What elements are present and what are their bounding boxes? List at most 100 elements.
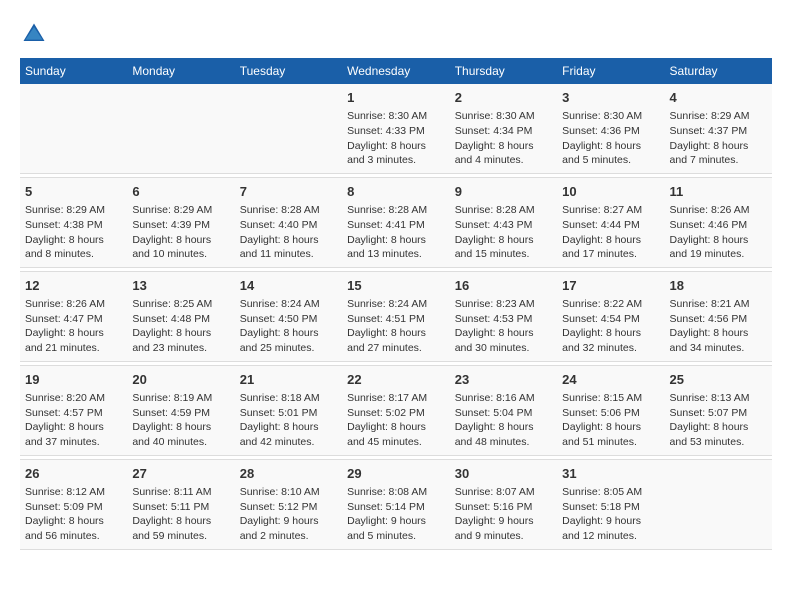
day-number: 7	[240, 183, 337, 201]
day-number: 15	[347, 277, 445, 295]
day-info: Sunrise: 8:10 AM Sunset: 5:12 PM Dayligh…	[240, 485, 337, 544]
calendar-day	[20, 84, 127, 173]
header-cell-sunday: Sunday	[20, 58, 127, 84]
day-number: 31	[562, 465, 659, 483]
calendar-day: 26 Sunrise: 8:12 AM Sunset: 5:09 PM Dayli…	[20, 459, 127, 549]
calendar-day: 18 Sunrise: 8:21 AM Sunset: 4:56 PM Dayli…	[665, 271, 772, 361]
calendar-day: 19 Sunrise: 8:20 AM Sunset: 4:57 PM Dayli…	[20, 365, 127, 455]
day-info: Sunrise: 8:11 AM Sunset: 5:11 PM Dayligh…	[132, 485, 229, 544]
day-info: Sunrise: 8:13 AM Sunset: 5:07 PM Dayligh…	[670, 391, 767, 450]
header-cell-wednesday: Wednesday	[342, 58, 450, 84]
calendar-week-2: 5Sunrise: 8:29 AM Sunset: 4:38 PM Daylig…	[20, 177, 772, 267]
calendar-day	[665, 459, 772, 549]
calendar-day: 5Sunrise: 8:29 AM Sunset: 4:38 PM Daylig…	[20, 177, 127, 267]
day-number: 3	[562, 89, 659, 107]
day-number: 9	[455, 183, 552, 201]
calendar-day: 21Sunrise: 8:18 AM Sunset: 5:01 PM Dayli…	[235, 365, 342, 455]
day-info: Sunrise: 8:05 AM Sunset: 5:18 PM Dayligh…	[562, 485, 659, 544]
day-number: 1	[347, 89, 445, 107]
day-number: 13	[132, 277, 229, 295]
calendar-day: 8 Sunrise: 8:28 AM Sunset: 4:41 PM Daylig…	[342, 177, 450, 267]
day-info: Sunrise: 8:15 AM Sunset: 5:06 PM Dayligh…	[562, 391, 659, 450]
day-number: 6	[132, 183, 229, 201]
page-header	[20, 20, 772, 48]
day-info: Sunrise: 8:08 AM Sunset: 5:14 PM Dayligh…	[347, 485, 445, 544]
calendar-day: 9 Sunrise: 8:28 AM Sunset: 4:43 PM Daylig…	[450, 177, 557, 267]
day-number: 18	[670, 277, 767, 295]
day-number: 10	[562, 183, 659, 201]
day-info: Sunrise: 8:19 AM Sunset: 4:59 PM Dayligh…	[132, 391, 229, 450]
calendar-day	[127, 84, 234, 173]
logo-icon	[20, 20, 48, 48]
calendar-day: 11 Sunrise: 8:26 AM Sunset: 4:46 PM Dayli…	[665, 177, 772, 267]
calendar-day: 3 Sunrise: 8:30 AM Sunset: 4:36 PM Daylig…	[557, 84, 664, 173]
day-info: Sunrise: 8:12 AM Sunset: 5:09 PM Dayligh…	[25, 485, 122, 544]
day-number: 2	[455, 89, 552, 107]
calendar-day: 4Sunrise: 8:29 AM Sunset: 4:37 PM Daylig…	[665, 84, 772, 173]
header-cell-tuesday: Tuesday	[235, 58, 342, 84]
day-number: 22	[347, 371, 445, 389]
calendar-day: 27 Sunrise: 8:11 AM Sunset: 5:11 PM Dayli…	[127, 459, 234, 549]
calendar-day: 13 Sunrise: 8:25 AM Sunset: 4:48 PM Dayli…	[127, 271, 234, 361]
calendar-week-1: 1 Sunrise: 8:30 AM Sunset: 4:33 PM Daylig…	[20, 84, 772, 173]
day-info: Sunrise: 8:16 AM Sunset: 5:04 PM Dayligh…	[455, 391, 552, 450]
calendar-day: 28 Sunrise: 8:10 AM Sunset: 5:12 PM Dayli…	[235, 459, 342, 549]
day-number: 14	[240, 277, 337, 295]
day-info: Sunrise: 8:24 AM Sunset: 4:51 PM Dayligh…	[347, 297, 445, 356]
day-info: Sunrise: 8:25 AM Sunset: 4:48 PM Dayligh…	[132, 297, 229, 356]
calendar-day: 7 Sunrise: 8:28 AM Sunset: 4:40 PM Daylig…	[235, 177, 342, 267]
day-info: Sunrise: 8:20 AM Sunset: 4:57 PM Dayligh…	[25, 391, 122, 450]
header-cell-thursday: Thursday	[450, 58, 557, 84]
day-info: Sunrise: 8:17 AM Sunset: 5:02 PM Dayligh…	[347, 391, 445, 450]
day-number: 5	[25, 183, 122, 201]
day-number: 17	[562, 277, 659, 295]
day-number: 28	[240, 465, 337, 483]
day-number: 12	[25, 277, 122, 295]
day-info: Sunrise: 8:28 AM Sunset: 4:41 PM Dayligh…	[347, 203, 445, 262]
day-number: 30	[455, 465, 552, 483]
day-info: Sunrise: 8:30 AM Sunset: 4:34 PM Dayligh…	[455, 109, 552, 168]
calendar-day	[235, 84, 342, 173]
calendar-day: 2 Sunrise: 8:30 AM Sunset: 4:34 PM Daylig…	[450, 84, 557, 173]
calendar-day: 20 Sunrise: 8:19 AM Sunset: 4:59 PM Dayli…	[127, 365, 234, 455]
day-number: 27	[132, 465, 229, 483]
day-info: Sunrise: 8:28 AM Sunset: 4:40 PM Dayligh…	[240, 203, 337, 262]
day-number: 23	[455, 371, 552, 389]
calendar-day: 22 Sunrise: 8:17 AM Sunset: 5:02 PM Dayli…	[342, 365, 450, 455]
day-number: 8	[347, 183, 445, 201]
day-number: 11	[670, 183, 767, 201]
day-number: 29	[347, 465, 445, 483]
calendar-day: 1 Sunrise: 8:30 AM Sunset: 4:33 PM Daylig…	[342, 84, 450, 173]
calendar-day: 29 Sunrise: 8:08 AM Sunset: 5:14 PM Dayli…	[342, 459, 450, 549]
calendar-body: 1 Sunrise: 8:30 AM Sunset: 4:33 PM Daylig…	[20, 84, 772, 549]
calendar-day: 23 Sunrise: 8:16 AM Sunset: 5:04 PM Dayli…	[450, 365, 557, 455]
day-info: Sunrise: 8:22 AM Sunset: 4:54 PM Dayligh…	[562, 297, 659, 356]
day-number: 25	[670, 371, 767, 389]
calendar-day: 25 Sunrise: 8:13 AM Sunset: 5:07 PM Dayli…	[665, 365, 772, 455]
calendar-day: 14Sunrise: 8:24 AM Sunset: 4:50 PM Dayli…	[235, 271, 342, 361]
calendar-day: 6Sunrise: 8:29 AM Sunset: 4:39 PM Daylig…	[127, 177, 234, 267]
calendar-day: 10Sunrise: 8:27 AM Sunset: 4:44 PM Dayli…	[557, 177, 664, 267]
calendar-table: SundayMondayTuesdayWednesdayThursdayFrid…	[20, 58, 772, 550]
calendar-day: 17 Sunrise: 8:22 AM Sunset: 4:54 PM Dayli…	[557, 271, 664, 361]
calendar-day: 30Sunrise: 8:07 AM Sunset: 5:16 PM Dayli…	[450, 459, 557, 549]
logo	[20, 20, 52, 48]
calendar-day: 12 Sunrise: 8:26 AM Sunset: 4:47 PM Dayli…	[20, 271, 127, 361]
calendar-week-4: 19 Sunrise: 8:20 AM Sunset: 4:57 PM Dayli…	[20, 365, 772, 455]
calendar-week-3: 12 Sunrise: 8:26 AM Sunset: 4:47 PM Dayli…	[20, 271, 772, 361]
day-info: Sunrise: 8:30 AM Sunset: 4:33 PM Dayligh…	[347, 109, 445, 168]
day-info: Sunrise: 8:21 AM Sunset: 4:56 PM Dayligh…	[670, 297, 767, 356]
day-number: 20	[132, 371, 229, 389]
header-cell-monday: Monday	[127, 58, 234, 84]
day-info: Sunrise: 8:26 AM Sunset: 4:46 PM Dayligh…	[670, 203, 767, 262]
header-cell-friday: Friday	[557, 58, 664, 84]
calendar-day: 16Sunrise: 8:23 AM Sunset: 4:53 PM Dayli…	[450, 271, 557, 361]
day-info: Sunrise: 8:26 AM Sunset: 4:47 PM Dayligh…	[25, 297, 122, 356]
day-info: Sunrise: 8:30 AM Sunset: 4:36 PM Dayligh…	[562, 109, 659, 168]
day-info: Sunrise: 8:28 AM Sunset: 4:43 PM Dayligh…	[455, 203, 552, 262]
day-number: 26	[25, 465, 122, 483]
day-info: Sunrise: 8:23 AM Sunset: 4:53 PM Dayligh…	[455, 297, 552, 356]
header-cell-saturday: Saturday	[665, 58, 772, 84]
day-info: Sunrise: 8:18 AM Sunset: 5:01 PM Dayligh…	[240, 391, 337, 450]
day-number: 19	[25, 371, 122, 389]
